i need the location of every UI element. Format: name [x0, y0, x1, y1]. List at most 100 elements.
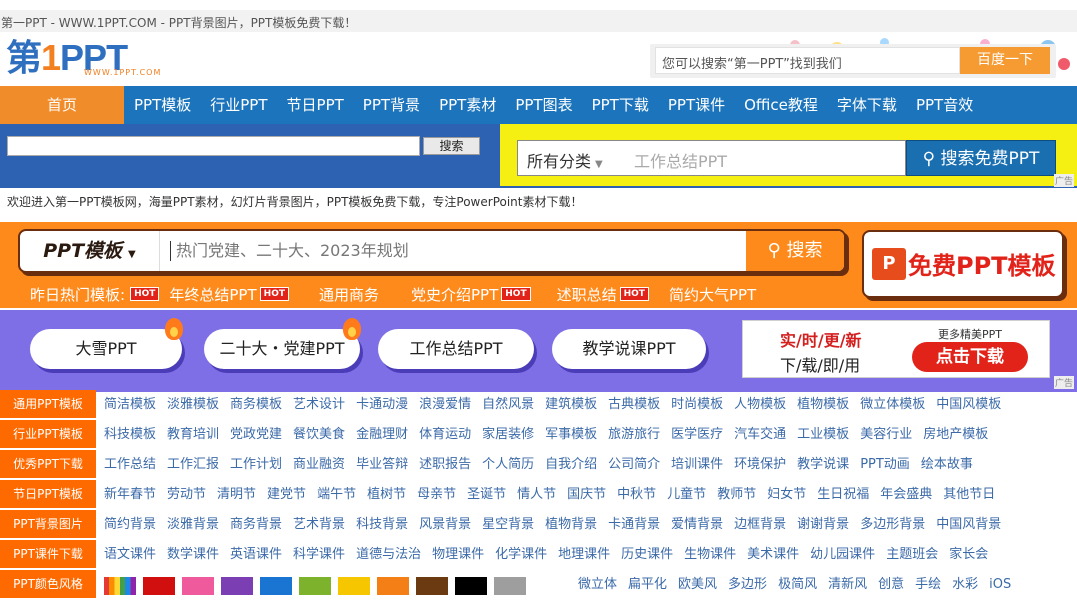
category-link[interactable]: 端午节: [317, 480, 356, 509]
nav-item-chart[interactable]: PPT图表: [505, 86, 581, 124]
category-link[interactable]: 简洁模板: [104, 390, 156, 419]
style-link[interactable]: 欧美风: [678, 570, 717, 599]
category-link[interactable]: 科技模板: [104, 420, 156, 449]
category-link[interactable]: 风景背景: [419, 510, 471, 539]
category-link[interactable]: 绘本故事: [921, 450, 973, 479]
category-row-label[interactable]: 节日PPT模板: [0, 480, 96, 509]
category-link[interactable]: 道德与法治: [356, 540, 421, 569]
category-link[interactable]: 历史课件: [621, 540, 673, 569]
click-download-button[interactable]: 点击下载: [912, 342, 1028, 372]
nav-item-material[interactable]: PPT素材: [429, 86, 505, 124]
category-link[interactable]: 述职报告: [419, 450, 471, 479]
category-link[interactable]: 地理课件: [558, 540, 610, 569]
category-link[interactable]: 植树节: [367, 480, 406, 509]
category-link[interactable]: 人物模板: [734, 390, 786, 419]
category-link[interactable]: 国庆节: [567, 480, 606, 509]
category-link[interactable]: 建党节: [267, 480, 306, 509]
category-link[interactable]: 卡通动漫: [356, 390, 408, 419]
category-link[interactable]: 家居装修: [482, 420, 534, 449]
category-link[interactable]: 母亲节: [417, 480, 456, 509]
category-link[interactable]: 家长会: [949, 540, 988, 569]
category-link[interactable]: 情人节: [517, 480, 556, 509]
hot-item[interactable]: 简约大气PPT: [669, 284, 756, 305]
category-link[interactable]: 妇女节: [767, 480, 806, 509]
category-link[interactable]: PPT动画: [860, 450, 910, 479]
nav-item-ppt-template[interactable]: PPT模板: [124, 86, 200, 124]
category-row-label[interactable]: PPT背景图片: [0, 510, 96, 539]
category-link[interactable]: 金融理财: [356, 420, 408, 449]
category-link[interactable]: 军事模板: [545, 420, 597, 449]
site-search-button[interactable]: 搜索: [423, 137, 480, 155]
category-link[interactable]: 商业融资: [293, 450, 345, 479]
category-link[interactable]: 物理课件: [432, 540, 484, 569]
category-link[interactable]: 谢谢背景: [797, 510, 849, 539]
color-swatch[interactable]: [299, 577, 331, 595]
category-row-label[interactable]: PPT课件下载: [0, 540, 96, 569]
site-logo[interactable]: 第1PPT WWW.1PPT.COM: [6, 40, 176, 80]
nav-item-fonts[interactable]: 字体下载: [827, 86, 906, 124]
category-link[interactable]: 化学课件: [495, 540, 547, 569]
category-link[interactable]: 医学医疗: [671, 420, 723, 449]
category-link[interactable]: 英语课件: [230, 540, 282, 569]
category-link[interactable]: 公司简介: [608, 450, 660, 479]
style-link[interactable]: 手绘: [915, 570, 941, 599]
category-link[interactable]: 浪漫爱情: [419, 390, 471, 419]
category-link[interactable]: 淡雅模板: [167, 390, 219, 419]
category-link[interactable]: 教师节: [717, 480, 756, 509]
category-link[interactable]: 儿童节: [667, 480, 706, 509]
category-link[interactable]: 星空背景: [482, 510, 534, 539]
category-link[interactable]: 党政党建: [230, 420, 282, 449]
featured-pill[interactable]: 工作总结PPT: [378, 329, 534, 369]
hot-item[interactable]: 年终总结PPT: [169, 284, 256, 305]
hot-item[interactable]: 述职总结: [557, 284, 617, 305]
nav-item-sound[interactable]: PPT音效: [906, 86, 982, 124]
color-style-label[interactable]: PPT颜色风格: [0, 570, 96, 599]
style-link[interactable]: 多边形: [728, 570, 767, 599]
category-link[interactable]: 体育运动: [419, 420, 471, 449]
style-link[interactable]: iOS: [989, 570, 1011, 599]
style-link[interactable]: 清新风: [828, 570, 867, 599]
category-link[interactable]: 毕业答辩: [356, 450, 408, 479]
category-link[interactable]: 中国风背景: [936, 510, 1001, 539]
featured-pill[interactable]: 教学说课PPT: [552, 329, 706, 369]
category-link[interactable]: 旅游旅行: [608, 420, 660, 449]
style-link[interactable]: 水彩: [952, 570, 978, 599]
ppt-keyword-input[interactable]: 工作总结PPT: [622, 140, 906, 176]
featured-pill[interactable]: 大雪PPT: [30, 329, 182, 369]
category-link[interactable]: 培训课件: [671, 450, 723, 479]
featured-pill[interactable]: 二十大・党建PPT: [204, 329, 360, 369]
nav-item-download[interactable]: PPT下载: [582, 86, 658, 124]
category-link[interactable]: 工作总结: [104, 450, 156, 479]
category-link[interactable]: 个人简历: [482, 450, 534, 479]
category-link[interactable]: 简约背景: [104, 510, 156, 539]
category-link[interactable]: 商务模板: [230, 390, 282, 419]
nav-item-background[interactable]: PPT背景: [353, 86, 429, 124]
category-link[interactable]: 清明节: [217, 480, 256, 509]
category-link[interactable]: 生日祝福: [817, 480, 869, 509]
color-swatch[interactable]: [338, 577, 370, 595]
color-swatch[interactable]: [104, 577, 136, 595]
category-row-label[interactable]: 行业PPT模板: [0, 420, 96, 449]
category-link[interactable]: 工作汇报: [167, 450, 219, 479]
category-link[interactable]: 劳动节: [167, 480, 206, 509]
baidu-search-button[interactable]: 百度一下: [960, 47, 1050, 74]
style-link[interactable]: 创意: [878, 570, 904, 599]
category-link[interactable]: 植物模板: [797, 390, 849, 419]
category-link[interactable]: 微立体模板: [860, 390, 925, 419]
category-link[interactable]: 教育培训: [167, 420, 219, 449]
category-link[interactable]: 圣诞节: [467, 480, 506, 509]
category-link[interactable]: 工业模板: [797, 420, 849, 449]
color-swatch[interactable]: [533, 577, 549, 595]
category-link[interactable]: 环境保护: [734, 450, 786, 479]
category-link[interactable]: 艺术设计: [293, 390, 345, 419]
style-link[interactable]: 极简风: [778, 570, 817, 599]
category-link[interactable]: 商务背景: [230, 510, 282, 539]
category-link[interactable]: 美术课件: [747, 540, 799, 569]
category-link[interactable]: 建筑模板: [545, 390, 597, 419]
nav-item-courseware[interactable]: PPT课件: [658, 86, 734, 124]
category-link[interactable]: 数学课件: [167, 540, 219, 569]
category-link[interactable]: 生物课件: [684, 540, 736, 569]
category-link[interactable]: 科技背景: [356, 510, 408, 539]
baidu-search-input[interactable]: 您可以搜索“第一PPT”找到我们: [655, 47, 960, 74]
color-swatch[interactable]: [494, 577, 526, 595]
